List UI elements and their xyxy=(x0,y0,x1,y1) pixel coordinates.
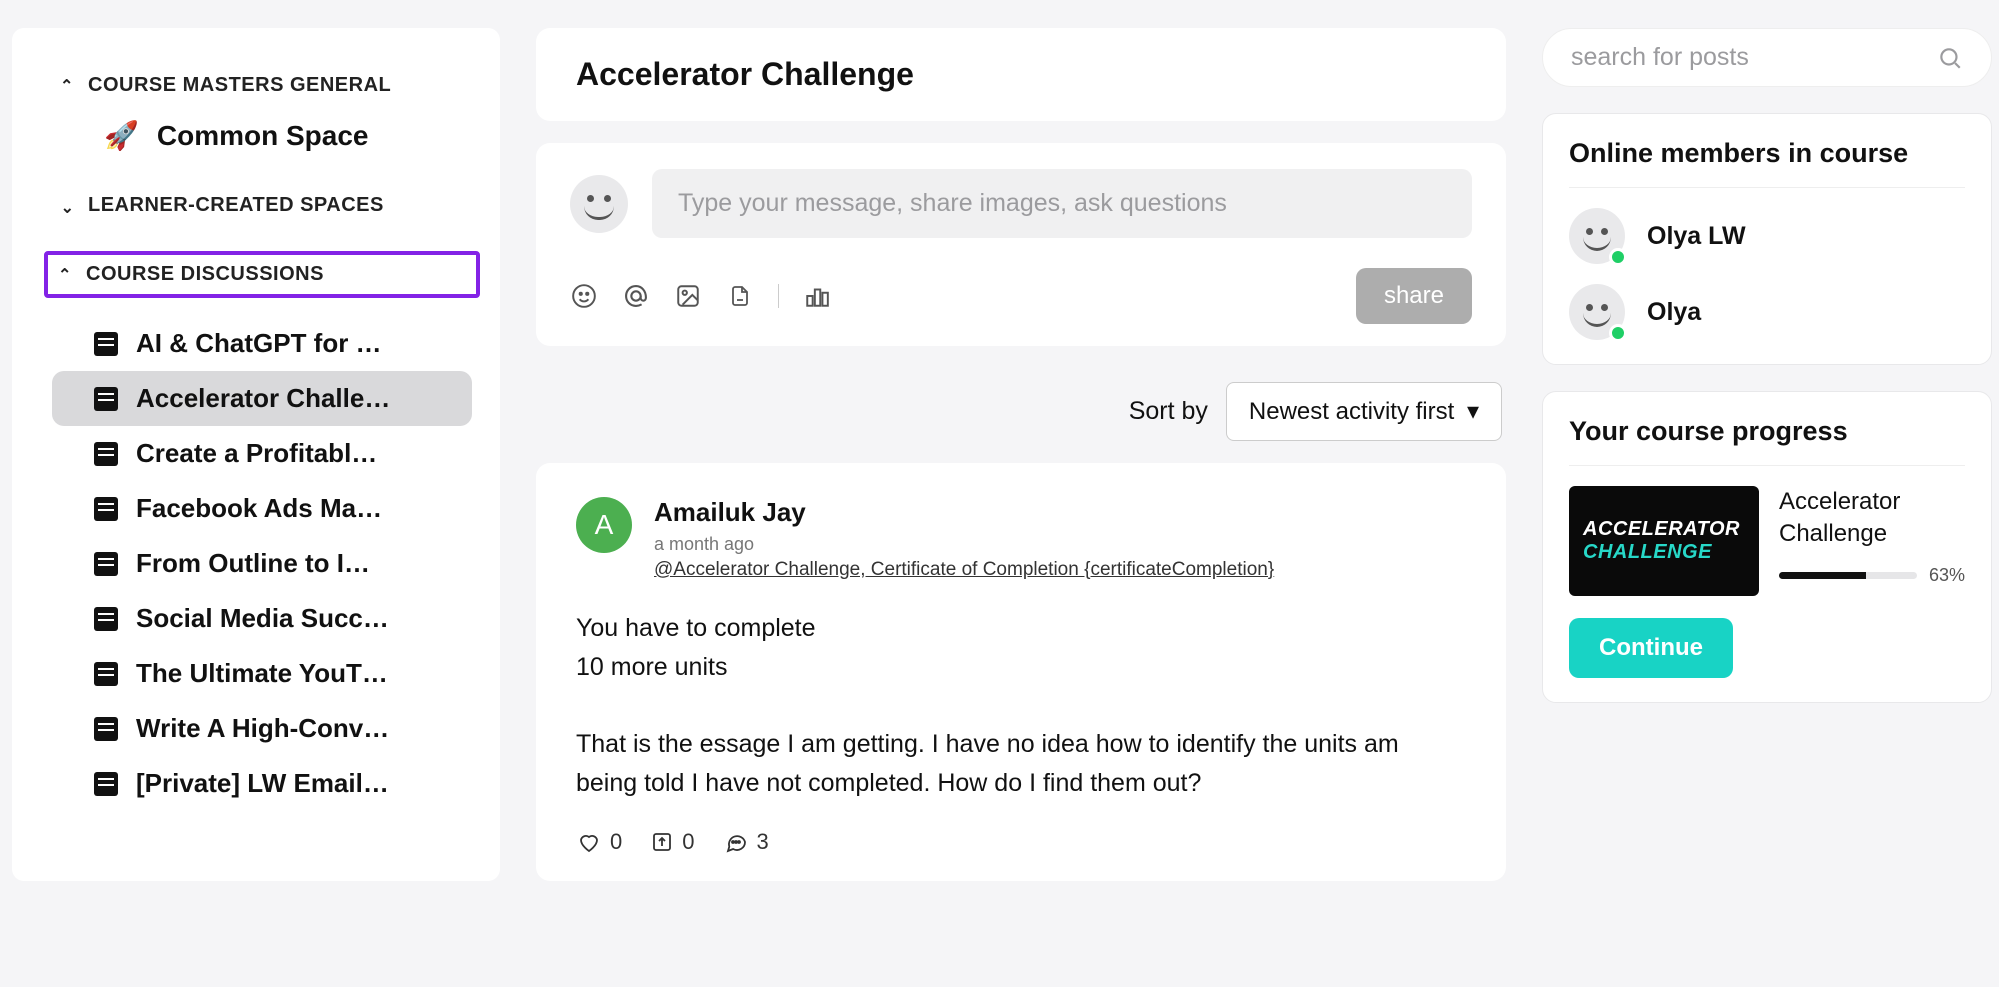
sidebar-item-label: Accelerator Challe… xyxy=(136,383,390,414)
divider xyxy=(778,284,779,308)
chevron-up-icon: ⌃ xyxy=(56,265,74,285)
section-learner[interactable]: ⌃ LEARNER-CREATED SPACES xyxy=(52,184,472,227)
mention-icon[interactable] xyxy=(622,282,650,310)
sidebar-item-label: Social Media Succ… xyxy=(136,603,389,634)
members-list: Olya LW Olya xyxy=(1569,208,1965,340)
comments-button[interactable]: 3 xyxy=(723,829,769,855)
book-icon xyxy=(94,607,118,631)
sidebar: ⌃ COURSE MASTERS GENERAL 🚀 Common Space … xyxy=(12,28,500,881)
chevron-up-icon: ⌃ xyxy=(58,76,76,96)
member-name: Olya LW xyxy=(1647,222,1746,251)
post-author[interactable]: Amailuk Jay xyxy=(654,497,1274,528)
sidebar-item-label: Common Space xyxy=(157,120,369,152)
continue-button[interactable]: Continue xyxy=(1569,618,1733,678)
rocket-icon: 🚀 xyxy=(104,119,139,152)
section-label: COURSE MASTERS GENERAL xyxy=(88,74,391,97)
search-input[interactable]: search for posts xyxy=(1542,28,1992,87)
sidebar-item-label: Facebook Ads Ma… xyxy=(136,493,382,524)
book-icon xyxy=(94,662,118,686)
progress-percent: 63% xyxy=(1929,565,1965,586)
book-icon xyxy=(94,772,118,796)
post: A Amailuk Jay a month ago @Accelerator C… xyxy=(536,463,1506,881)
sort-select[interactable]: Newest activity first ▾ xyxy=(1226,382,1502,441)
sidebar-item-label: [Private] LW Email… xyxy=(136,768,389,799)
section-label: LEARNER-CREATED SPACES xyxy=(88,194,384,217)
emoji-icon[interactable] xyxy=(570,282,598,310)
course-name: Accelerator Challenge xyxy=(1779,486,1965,551)
sort-row: Sort by Newest activity first ▾ xyxy=(540,382,1502,441)
page-title: Accelerator Challenge xyxy=(536,28,1506,121)
book-icon xyxy=(94,552,118,576)
avatar-self xyxy=(570,175,628,233)
member-item[interactable]: Olya xyxy=(1569,284,1965,340)
book-icon xyxy=(94,387,118,411)
right-rail: search for posts Online members in cours… xyxy=(1542,28,1992,881)
sidebar-item-label: From Outline to I… xyxy=(136,548,370,579)
composer: Type your message, share images, ask que… xyxy=(536,143,1506,346)
post-body: You have to complete 10 more units That … xyxy=(576,609,1466,803)
section-general[interactable]: ⌃ COURSE MASTERS GENERAL xyxy=(52,64,472,107)
book-icon xyxy=(94,442,118,466)
sidebar-item-discussion[interactable]: The Ultimate YouT… xyxy=(52,646,472,701)
post-time: a month ago xyxy=(654,534,1274,555)
book-icon xyxy=(94,497,118,521)
sidebar-item-discussion[interactable]: Write A High-Conv… xyxy=(52,701,472,756)
sidebar-item-label: The Ultimate YouT… xyxy=(136,658,388,689)
member-name: Olya xyxy=(1647,298,1701,327)
sidebar-item-common-space[interactable]: 🚀 Common Space xyxy=(52,107,472,164)
course-thumbnail[interactable]: ACCELERATOR CHALLENGE xyxy=(1569,486,1759,596)
message-input[interactable]: Type your message, share images, ask que… xyxy=(652,169,1472,238)
sidebar-item-label: AI & ChatGPT for … xyxy=(136,328,382,359)
sidebar-item-discussion[interactable]: Social Media Succ… xyxy=(52,591,472,646)
sidebar-item-discussion[interactable]: From Outline to I… xyxy=(52,536,472,591)
chevron-down-icon: ⌃ xyxy=(58,196,76,216)
sidebar-item-discussion[interactable]: AI & ChatGPT for … xyxy=(52,316,472,371)
presence-indicator xyxy=(1609,324,1627,342)
section-label: COURSE DISCUSSIONS xyxy=(86,263,324,286)
chevron-down-icon: ▾ xyxy=(1467,398,1479,425)
book-icon xyxy=(94,717,118,741)
main: Accelerator Challenge Type your message,… xyxy=(536,28,1506,881)
progress-title: Your course progress xyxy=(1569,416,1965,466)
share-button[interactable]: share xyxy=(1356,268,1472,324)
sidebar-item-label: Write A High-Conv… xyxy=(136,713,389,744)
avatar: A xyxy=(576,497,632,553)
sidebar-item-label: Create a Profitabl… xyxy=(136,438,377,469)
sidebar-item-discussion[interactable]: Accelerator Challe… xyxy=(52,371,472,426)
book-icon xyxy=(94,332,118,356)
discussion-list: AI & ChatGPT for … Accelerator Challe… Cre… xyxy=(52,316,472,811)
sidebar-item-discussion[interactable]: Create a Profitabl… xyxy=(52,426,472,481)
sidebar-item-discussion[interactable]: Facebook Ads Ma… xyxy=(52,481,472,536)
file-icon[interactable] xyxy=(726,282,754,310)
progress-bar xyxy=(1779,572,1917,579)
sidebar-item-discussion[interactable]: [Private] LW Email… xyxy=(52,756,472,811)
presence-indicator xyxy=(1609,248,1627,266)
search-icon xyxy=(1937,45,1963,71)
like-button[interactable]: 0 xyxy=(576,829,622,855)
poll-icon[interactable] xyxy=(803,282,831,310)
sort-label: Sort by xyxy=(1129,397,1208,426)
member-item[interactable]: Olya LW xyxy=(1569,208,1965,264)
post-context-link[interactable]: @Accelerator Challenge, Certificate of C… xyxy=(654,559,1274,581)
section-discussions[interactable]: ⌃ COURSE DISCUSSIONS xyxy=(44,251,480,298)
online-members-card: Online members in course Olya LW Olya xyxy=(1542,113,1992,365)
share-post-button[interactable]: 0 xyxy=(650,829,694,855)
image-icon[interactable] xyxy=(674,282,702,310)
online-title: Online members in course xyxy=(1569,138,1965,188)
progress-card: Your course progress ACCELERATOR CHALLEN… xyxy=(1542,391,1992,703)
